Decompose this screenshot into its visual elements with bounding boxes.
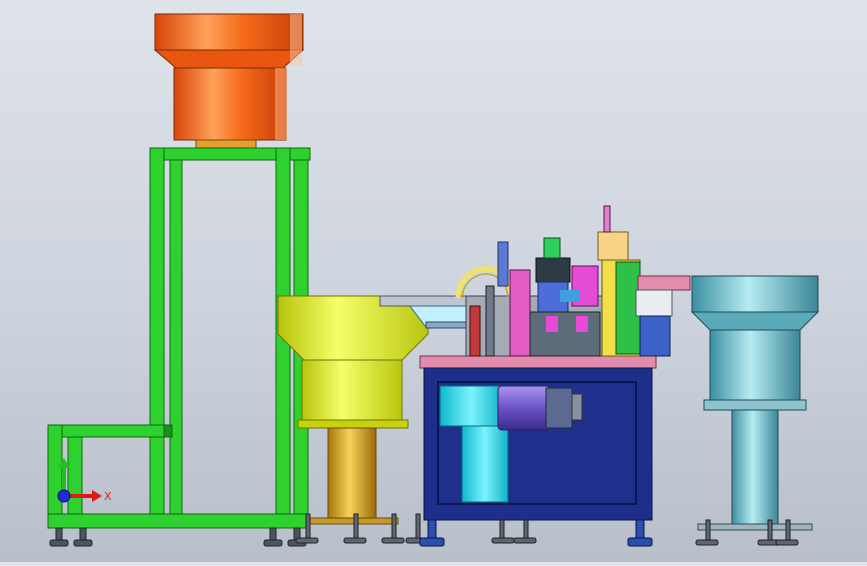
blue-machine-table[interactable] xyxy=(419,355,657,521)
orange-vibratory-feeder[interactable] xyxy=(153,13,305,149)
output-conveyor[interactable] xyxy=(635,275,691,357)
coordinate-triad: X xyxy=(57,458,112,503)
table-bottom-rail xyxy=(491,519,537,544)
assembly-drawing: X xyxy=(47,13,820,547)
cad-viewport[interactable]: X xyxy=(0,0,867,562)
assembly-mechanism[interactable] xyxy=(455,205,641,357)
frame-leveling-feet xyxy=(49,527,307,547)
x-axis-label: X xyxy=(104,490,112,503)
purple-drive-motor[interactable] xyxy=(497,385,583,431)
teal-vibratory-feeder[interactable] xyxy=(690,275,820,531)
green-support-frame[interactable] xyxy=(47,147,311,529)
gold-support-column[interactable] xyxy=(307,427,399,525)
